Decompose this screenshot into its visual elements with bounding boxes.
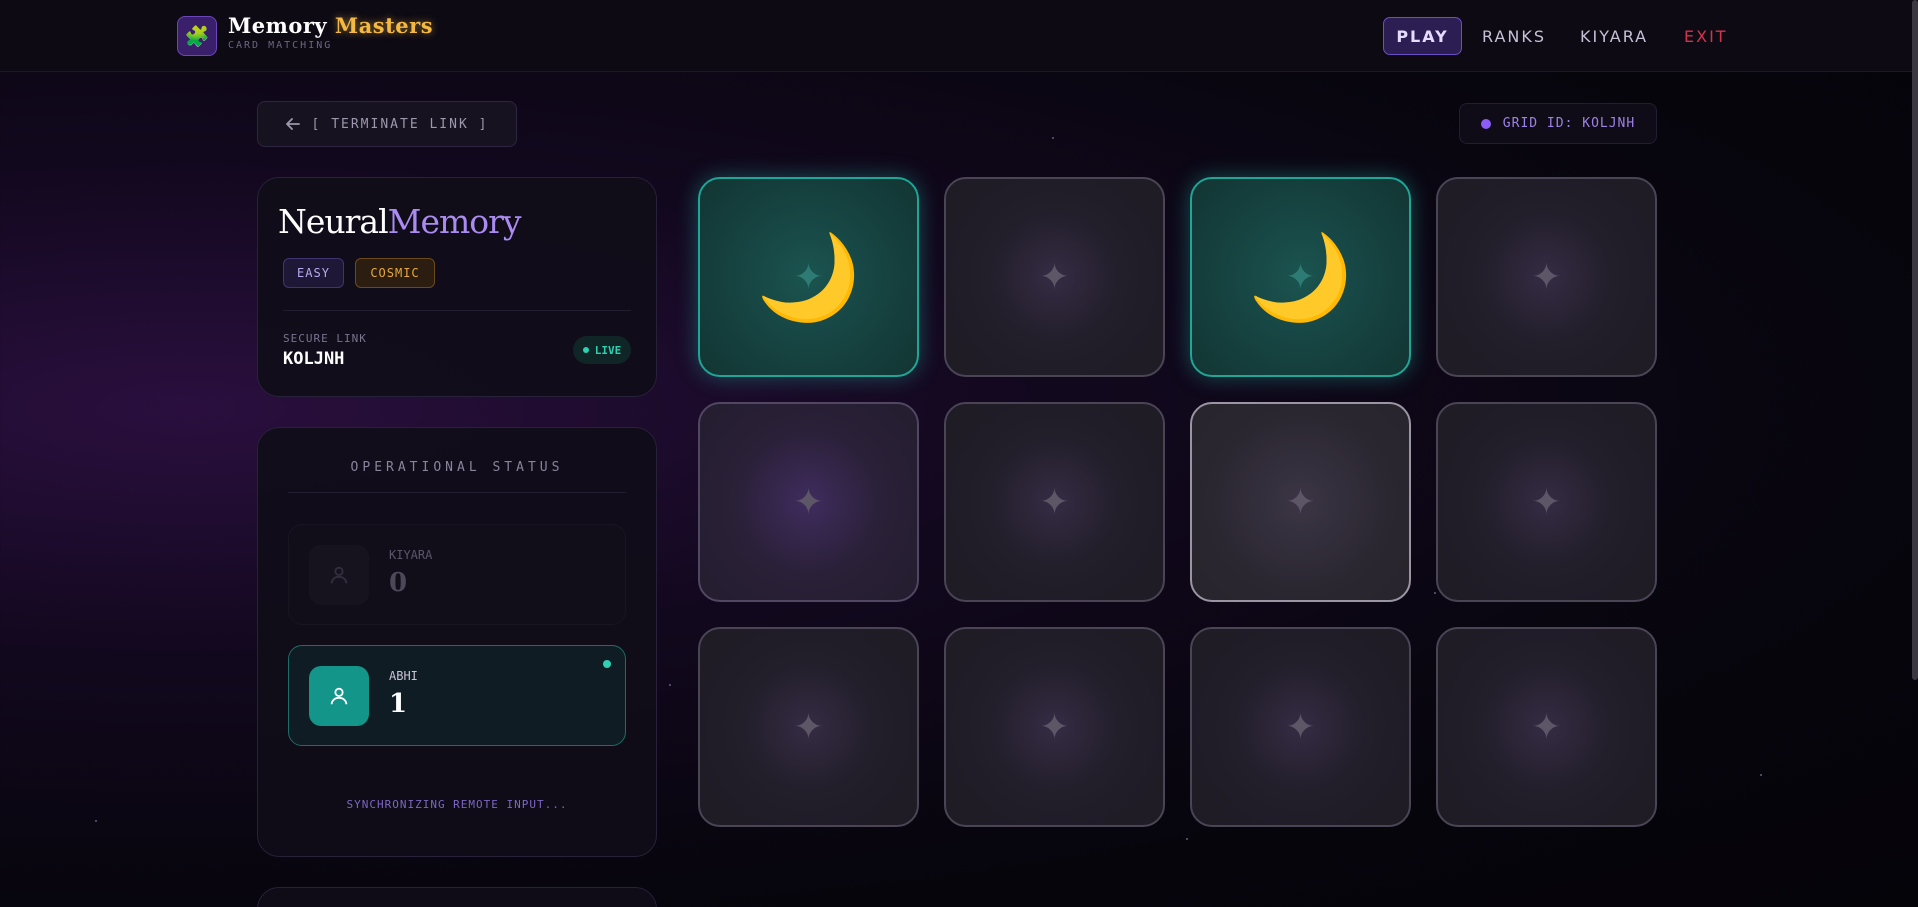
avatar <box>309 545 369 605</box>
status-title: OPERATIONAL STATUS <box>350 460 564 475</box>
brand-word-masters: Masters <box>334 13 434 38</box>
live-badge: LIVE <box>573 336 631 364</box>
sync-message: SYNCHRONIZING REMOTE INPUT... <box>346 798 568 811</box>
secure-link-code[interactable]: KOLJNH <box>283 349 344 369</box>
puzzle-piece-icon[interactable]: 🧩 <box>177 16 217 56</box>
memory-card[interactable]: ✦ <box>698 402 919 602</box>
avatar <box>309 666 369 726</box>
game-title-word1: Neural <box>278 202 389 241</box>
game-info-card: NeuralMemory EASY COSMIC SECURE LINK KOL… <box>257 177 657 397</box>
player-name: KIYARA <box>389 548 433 562</box>
nav-user-link[interactable]: KIYARA <box>1580 17 1648 55</box>
game-title-word2: Memory <box>387 202 522 241</box>
top-navigation-bar: 🧩 Memory Masters CARD MATCHING PLAY RANK… <box>0 0 1918 72</box>
memory-card[interactable]: ✦ <box>944 402 1165 602</box>
live-dot <box>582 347 589 353</box>
player-card-kiyara: KIYARA 0 <box>288 524 626 625</box>
page-scrollbar[interactable] <box>1912 0 1918 680</box>
sparkle-icon: ✦ <box>1285 481 1316 523</box>
player-name: ABHI <box>389 669 418 683</box>
brand-word-memory: Memory <box>228 13 328 38</box>
sparkle-icon: ✦ <box>793 706 824 748</box>
background-star <box>1760 774 1762 776</box>
background-star <box>1434 592 1436 594</box>
background-star <box>95 820 97 822</box>
brand-logo[interactable]: Memory Masters CARD MATCHING <box>228 13 433 51</box>
terminate-link-label: [ TERMINATE LINK ] <box>311 116 489 132</box>
player-score: 0 <box>389 568 408 598</box>
memory-card[interactable]: ✦ <box>1436 177 1657 377</box>
grid-status-dot <box>1480 118 1491 129</box>
difficulty-badge: EASY <box>283 258 344 288</box>
background-star <box>1052 137 1054 139</box>
nav-exit-link[interactable]: EXIT <box>1684 17 1728 55</box>
memory-card[interactable]: ✦ <box>1436 627 1657 827</box>
status-divider <box>288 492 626 493</box>
player-score: 1 <box>389 689 408 719</box>
memory-card[interactable]: ✦ <box>944 627 1165 827</box>
background-star <box>669 684 671 686</box>
background-star <box>1186 838 1188 840</box>
sparkle-icon: ✦ <box>793 481 824 523</box>
crescent-moon-icon: 🌙 <box>1248 228 1353 326</box>
memory-card[interactable]: ✦ 🌙 <box>698 177 919 377</box>
theme-badge: COSMIC <box>355 258 435 288</box>
secure-link-label: SECURE LINK <box>283 332 367 345</box>
active-turn-dot <box>603 660 611 668</box>
sparkle-icon: ✦ <box>1531 256 1562 298</box>
player-card-abhi: ABHI 1 <box>288 645 626 746</box>
sparkle-icon: ✦ <box>1039 481 1070 523</box>
game-title: NeuralMemory <box>278 202 522 241</box>
info-divider <box>283 310 631 311</box>
user-icon <box>330 687 348 705</box>
memory-card[interactable]: ✦ 🌙 <box>1190 177 1411 377</box>
memory-card[interactable]: ✦ <box>944 177 1165 377</box>
sparkle-icon: ✦ <box>1531 706 1562 748</box>
crescent-moon-icon: 🌙 <box>756 228 861 326</box>
user-icon <box>330 566 348 584</box>
sparkle-icon: ✦ <box>1285 706 1316 748</box>
arrow-left-icon <box>285 118 300 130</box>
memory-card[interactable]: ✦ <box>1436 402 1657 602</box>
memory-card[interactable]: ✦ <box>698 627 919 827</box>
sparkle-icon: ✦ <box>1039 256 1070 298</box>
terminate-link-button[interactable]: [ TERMINATE LINK ] <box>257 101 517 147</box>
secondary-panel <box>257 887 657 907</box>
brand-title: Memory Masters <box>228 13 433 38</box>
memory-card[interactable]: ✦ <box>1190 627 1411 827</box>
memory-card[interactable]: ✦ <box>1190 402 1411 602</box>
sparkle-icon: ✦ <box>1039 706 1070 748</box>
nav-play-button[interactable]: PLAY <box>1383 17 1462 55</box>
live-label: LIVE <box>594 343 622 357</box>
operational-status-card: OPERATIONAL STATUS KIYARA 0 ABHI 1 SYNCH… <box>257 427 657 857</box>
nav-ranks-link[interactable]: RANKS <box>1482 17 1546 55</box>
brand-subtitle: CARD MATCHING <box>228 40 333 51</box>
grid-id-badge: GRID ID: KOLJNH <box>1459 103 1657 144</box>
grid-id-label: GRID ID: KOLJNH <box>1502 116 1636 131</box>
sparkle-icon: ✦ <box>1531 481 1562 523</box>
